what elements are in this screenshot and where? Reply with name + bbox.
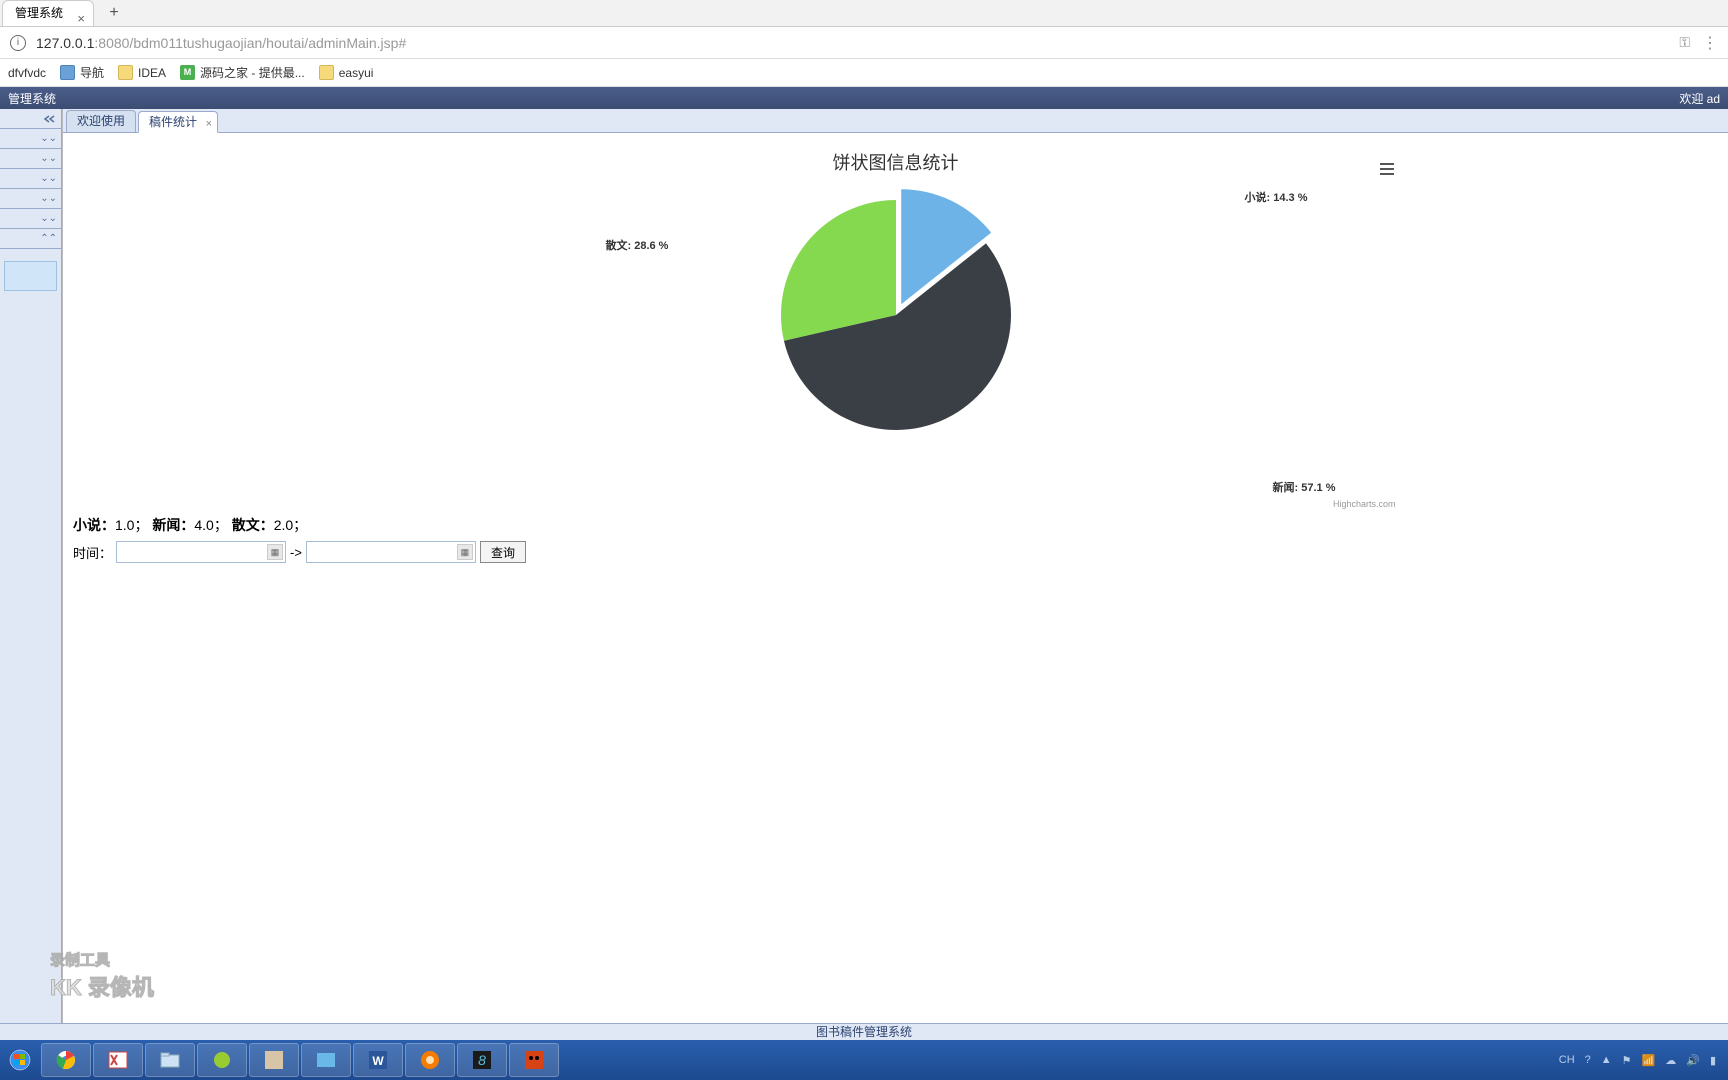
sidebar-item[interactable]: ⌃⌃ <box>0 229 61 249</box>
tray-icon[interactable]: ▮ <box>1710 1054 1716 1067</box>
hamburger-icon <box>1378 161 1396 177</box>
chart-title: 饼状图信息统计 <box>396 149 1396 175</box>
sidebar-item[interactable]: ⌄⌄ <box>0 209 61 229</box>
browser-tab-strip: 管理系统 × + <box>0 0 1728 27</box>
chevron-down-icon: ⌄⌄ <box>40 193 57 204</box>
app-icon <box>523 1049 545 1071</box>
welcome-text: 欢迎 ad <box>1679 90 1720 107</box>
bookmark-item[interactable]: IDEA <box>118 65 166 80</box>
time-label: 时间： <box>73 543 112 562</box>
app-icon <box>419 1049 441 1071</box>
sidebar-collapse-button[interactable] <box>0 109 61 129</box>
sidebar-item[interactable]: ⌄⌄ <box>0 129 61 149</box>
sidebar-item[interactable]: ⌄⌄ <box>0 149 61 169</box>
bookmark-item[interactable]: easyui <box>319 65 374 80</box>
footer-bar: 图书稿件管理系统 <box>0 1023 1728 1040</box>
new-tab-button[interactable]: + <box>104 4 124 22</box>
calendar-icon[interactable]: ▦ <box>457 544 473 560</box>
taskbar-item[interactable] <box>249 1043 299 1077</box>
taskbar-item[interactable] <box>145 1043 195 1077</box>
taskbar-item[interactable] <box>41 1043 91 1077</box>
system-tray: CH ? ▲ ⚑ 📶 ☁ 🔊 ▮ <box>1559 1054 1728 1067</box>
close-icon[interactable]: × <box>77 6 85 31</box>
taskbar-item[interactable] <box>509 1043 559 1077</box>
lang-indicator[interactable]: CH <box>1559 1054 1575 1066</box>
svg-text:8: 8 <box>478 1052 486 1068</box>
close-icon[interactable]: × <box>206 114 212 135</box>
tray-icon[interactable]: ⚑ <box>1622 1054 1632 1067</box>
slice-label-novel: 小说: 14.3 % <box>1245 189 1308 205</box>
folder-icon <box>319 65 334 80</box>
calendar-icon[interactable]: ▦ <box>267 544 283 560</box>
more-icon[interactable]: ⋮ <box>1702 33 1718 53</box>
password-key-icon[interactable]: ⚿ <box>1679 34 1690 51</box>
sidebar: ⌄⌄ ⌄⌄ ⌄⌄ ⌄⌄ ⌄⌄ ⌃⌃ <box>0 109 62 1023</box>
help-icon[interactable]: ? <box>1585 1054 1591 1066</box>
app-header: 管理系统 欢迎 ad <box>0 87 1728 109</box>
site-icon: M <box>180 65 195 80</box>
date-to-input[interactable]: ▦ <box>306 541 476 563</box>
app-icon <box>315 1049 337 1071</box>
taskbar-item[interactable]: 8 <box>457 1043 507 1077</box>
chart-credits: Highcharts.com <box>1333 499 1396 509</box>
svg-text:W: W <box>372 1054 384 1068</box>
folder-icon <box>159 1049 181 1071</box>
app-icon <box>211 1049 233 1071</box>
bookmark-item[interactable]: dfvfvdc <box>8 66 46 80</box>
app-icon <box>263 1049 285 1071</box>
summary-text: 小说：1.0； 新闻：4.0； 散文：2.0； <box>73 515 1718 535</box>
windows-icon <box>9 1049 31 1071</box>
main-area: 欢迎使用 稿件统计 × 饼状图信息统计 小说: 14.3 % <box>62 109 1728 1023</box>
arrow-text: -> <box>290 545 302 560</box>
time-filter-row: 时间： ▦ -> ▦ 查询 <box>73 541 1718 563</box>
sidebar-selected-indicator <box>4 261 57 291</box>
tray-up-icon[interactable]: ▲ <box>1601 1054 1612 1066</box>
folder-icon <box>118 65 133 80</box>
app-title: 管理系统 <box>8 90 56 107</box>
chevron-down-icon: ⌄⌄ <box>40 213 57 224</box>
bookmarks-bar: dfvfvdc 导航 IDEA M源码之家 - 提供最... easyui <box>0 59 1728 87</box>
chart-menu-button[interactable] <box>1378 161 1396 182</box>
slice-label-news: 新闻: 57.1 % <box>1273 479 1336 495</box>
date-from-input[interactable]: ▦ <box>116 541 286 563</box>
taskbar-item[interactable] <box>93 1043 143 1077</box>
chevron-up-icon: ⌃⌃ <box>40 233 57 244</box>
taskbar: W 8 CH ? ▲ ⚑ 📶 ☁ 🔊 ▮ <box>0 1040 1728 1080</box>
page-icon <box>60 65 75 80</box>
tray-icon[interactable]: ☁ <box>1665 1054 1676 1067</box>
chrome-icon <box>54 1048 78 1072</box>
url-input[interactable]: 127.0.0.1:8080/bdm011tushugaojian/houtai… <box>36 35 1679 51</box>
collapse-icon <box>43 113 57 125</box>
taskbar-item[interactable]: W <box>353 1043 403 1077</box>
taskbar-item[interactable] <box>301 1043 351 1077</box>
browser-tab[interactable]: 管理系统 × <box>2 0 94 26</box>
tab-welcome[interactable]: 欢迎使用 <box>66 110 136 132</box>
volume-icon[interactable]: 🔊 <box>1686 1054 1700 1067</box>
browser-tab-title: 管理系统 <box>15 6 63 20</box>
pie-chart <box>766 185 1026 445</box>
bookmark-item[interactable]: 导航 <box>60 64 104 81</box>
tab-stats[interactable]: 稿件统计 × <box>138 111 218 133</box>
taskbar-item[interactable] <box>405 1043 455 1077</box>
start-button[interactable] <box>0 1040 40 1080</box>
app-icon <box>107 1049 129 1071</box>
site-info-icon[interactable]: i <box>10 35 26 51</box>
word-icon: W <box>367 1049 389 1071</box>
app-icon: 8 <box>471 1049 493 1071</box>
chart-container: 饼状图信息统计 小说: 14.3 % 新闻: 57.1 % 散文: 28.6 %… <box>396 149 1396 505</box>
sidebar-item[interactable]: ⌄⌄ <box>0 169 61 189</box>
tab-strip: 欢迎使用 稿件统计 × <box>63 109 1728 133</box>
chevron-down-icon: ⌄⌄ <box>40 153 57 164</box>
chevron-down-icon: ⌄⌄ <box>40 173 57 184</box>
bookmark-item[interactable]: M源码之家 - 提供最... <box>180 64 305 81</box>
taskbar-item[interactable] <box>197 1043 247 1077</box>
slice-label-prose: 散文: 28.6 % <box>606 237 669 253</box>
address-bar: i 127.0.0.1:8080/bdm011tushugaojian/hout… <box>0 27 1728 59</box>
query-button[interactable]: 查询 <box>480 541 526 563</box>
chevron-down-icon: ⌄⌄ <box>40 133 57 144</box>
sidebar-item[interactable]: ⌄⌄ <box>0 189 61 209</box>
network-icon[interactable]: 📶 <box>1642 1054 1656 1067</box>
